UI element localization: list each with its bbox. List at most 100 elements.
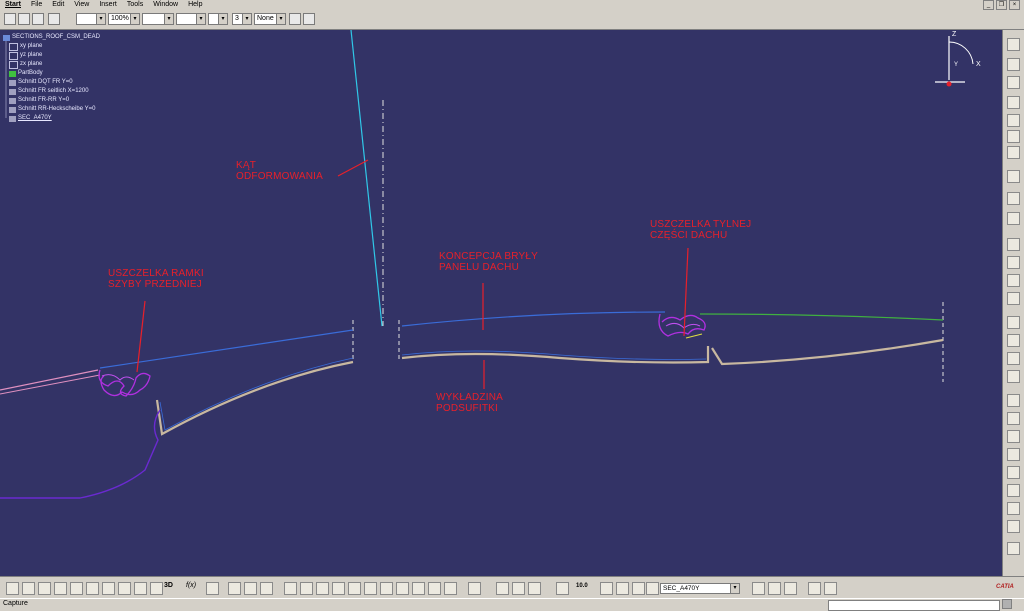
power-input-icon[interactable] — [1002, 599, 1012, 609]
pocket-tool-icon[interactable] — [1007, 256, 1020, 269]
split-tool-icon[interactable] — [1007, 170, 1020, 183]
symmetry-tool-icon[interactable] — [1007, 484, 1020, 497]
tree-item-sec-a470y[interactable]: SEC_A470Y — [3, 114, 100, 123]
sketcher-icon[interactable] — [1007, 38, 1020, 51]
3d-button[interactable]: 3D — [164, 582, 173, 589]
menu-window[interactable]: Window — [148, 0, 183, 10]
extract-tool-icon[interactable] — [1007, 430, 1020, 443]
new-icon[interactable] — [6, 582, 19, 595]
line-thickness-combo[interactable]: ▾ — [176, 13, 206, 25]
rotate-view-icon[interactable] — [332, 582, 345, 595]
tree-item-yz-plane[interactable]: yz plane — [3, 51, 100, 60]
menu-edit[interactable]: Edit — [47, 0, 69, 10]
close-icon[interactable]: × — [1009, 0, 1020, 10]
scale-tool-icon[interactable] — [1007, 502, 1020, 515]
line-style-combo[interactable]: ▾ — [76, 13, 106, 25]
menu-file[interactable]: File — [26, 0, 47, 10]
offset-tool-icon[interactable] — [1007, 334, 1020, 347]
fillet-tool-icon[interactable] — [1007, 352, 1020, 365]
redo-icon[interactable] — [134, 582, 147, 595]
measure-icon[interactable] — [244, 582, 257, 595]
select-tool-icon[interactable] — [1007, 192, 1020, 205]
layer-filter-icon[interactable] — [632, 582, 645, 595]
layer-combo[interactable]: None ▾ — [254, 13, 286, 25]
zoom-combo[interactable]: 100% ▾ — [108, 13, 140, 25]
minimize-icon[interactable]: _ — [983, 0, 994, 10]
fly-icon[interactable] — [284, 582, 297, 595]
extrude-tool-icon[interactable] — [1007, 274, 1020, 287]
trim-tool-icon[interactable] — [1007, 412, 1020, 425]
revolve-tool-icon[interactable] — [1007, 292, 1020, 305]
brush-icon[interactable] — [303, 13, 315, 25]
rotate-tool-icon[interactable] — [1007, 466, 1020, 479]
save-icon[interactable] — [38, 582, 51, 595]
info-icon[interactable] — [1007, 76, 1020, 89]
section-combo[interactable]: SEC_A470Y ▾ — [660, 583, 740, 594]
tree-item-schnitt-rr[interactable]: Schnitt RR-Heckscheibe Y=0 — [3, 105, 100, 114]
join-tool-icon[interactable] — [1007, 394, 1020, 407]
menu-tools[interactable]: Tools — [122, 0, 148, 10]
fill-tool-icon[interactable] — [1007, 212, 1020, 225]
menu-insert[interactable]: Insert — [94, 0, 122, 10]
settings-icon[interactable] — [1007, 58, 1020, 71]
analysis-icon[interactable] — [808, 582, 821, 595]
pattern-tool-icon[interactable] — [1007, 520, 1020, 533]
tree-item-schnitt-dqt[interactable]: Schnitt DQT FR Y=0 — [3, 78, 100, 87]
menu-start[interactable]: Start — [0, 0, 26, 10]
plane-tool-icon[interactable] — [1007, 96, 1020, 109]
help-icon[interactable] — [150, 582, 163, 595]
cut-icon[interactable] — [70, 582, 83, 595]
formula-button[interactable]: f(x) — [186, 582, 196, 589]
layer-number-combo[interactable]: 3 ▾ — [232, 13, 252, 25]
curve-tool-icon[interactable] — [1007, 146, 1020, 159]
zoom-out-icon[interactable] — [364, 582, 377, 595]
clash-icon[interactable] — [512, 582, 525, 595]
section-tool-icon[interactable] — [468, 582, 481, 595]
distance-icon[interactable] — [528, 582, 541, 595]
iso-view-icon[interactable] — [396, 582, 409, 595]
line-type-combo[interactable]: ▾ — [142, 13, 174, 25]
line-tool-icon[interactable] — [1007, 130, 1020, 143]
capture-icon[interactable] — [556, 582, 569, 595]
tree-icon[interactable] — [18, 13, 30, 25]
tools-icon[interactable] — [824, 582, 837, 595]
sweep-tool-icon[interactable] — [1007, 316, 1020, 329]
image-icon[interactable] — [768, 582, 781, 595]
point-style-combo[interactable]: ▾ — [208, 13, 228, 25]
swap-space-icon[interactable] — [444, 582, 457, 595]
translate-tool-icon[interactable] — [1007, 448, 1020, 461]
restore-icon[interactable]: ❐ — [996, 0, 1007, 10]
chart-icon[interactable] — [616, 582, 629, 595]
undo-icon[interactable] — [118, 582, 131, 595]
open-icon[interactable] — [22, 582, 35, 595]
hide-show-icon[interactable] — [428, 582, 441, 595]
tree-item-schnitt-seitlich[interactable]: Schnitt FR seitlich X=1200 — [3, 87, 100, 96]
menu-view[interactable]: View — [69, 0, 94, 10]
normal-view-icon[interactable] — [380, 582, 393, 595]
eraser-icon[interactable] — [646, 582, 659, 595]
apply-material-icon[interactable] — [260, 582, 273, 595]
select-icon[interactable] — [4, 13, 16, 25]
tree-item-partbody[interactable]: PartBody — [3, 69, 100, 78]
tree-item-xy-plane[interactable]: xy plane — [3, 42, 100, 51]
fit-all-icon[interactable] — [300, 582, 313, 595]
shading-icon[interactable] — [412, 582, 425, 595]
properties-icon[interactable] — [32, 13, 44, 25]
table-icon[interactable] — [600, 582, 613, 595]
tree-root[interactable]: SECTIONS_ROOF_CSM_DEAD — [3, 33, 100, 42]
point-tool-icon[interactable] — [1007, 114, 1020, 127]
compass-tool-icon[interactable] — [496, 582, 509, 595]
analysis-tool-icon[interactable] — [1007, 542, 1020, 555]
sketch-icon[interactable] — [48, 13, 60, 25]
chamfer-tool-icon[interactable] — [1007, 370, 1020, 383]
paste-icon[interactable] — [102, 582, 115, 595]
command-input[interactable] — [828, 600, 1000, 611]
catalog-icon[interactable] — [228, 582, 241, 595]
3d-viewport[interactable]: Z X Y SECTIONS_ROOF_CSM_DEAD xy plane yz… — [0, 30, 1002, 576]
print-icon[interactable] — [54, 582, 67, 595]
tree-item-zx-plane[interactable]: zx plane — [3, 60, 100, 69]
zoom-in-icon[interactable] — [348, 582, 361, 595]
video-icon[interactable] — [784, 582, 797, 595]
edit-icon[interactable] — [752, 582, 765, 595]
paint-icon[interactable] — [289, 13, 301, 25]
